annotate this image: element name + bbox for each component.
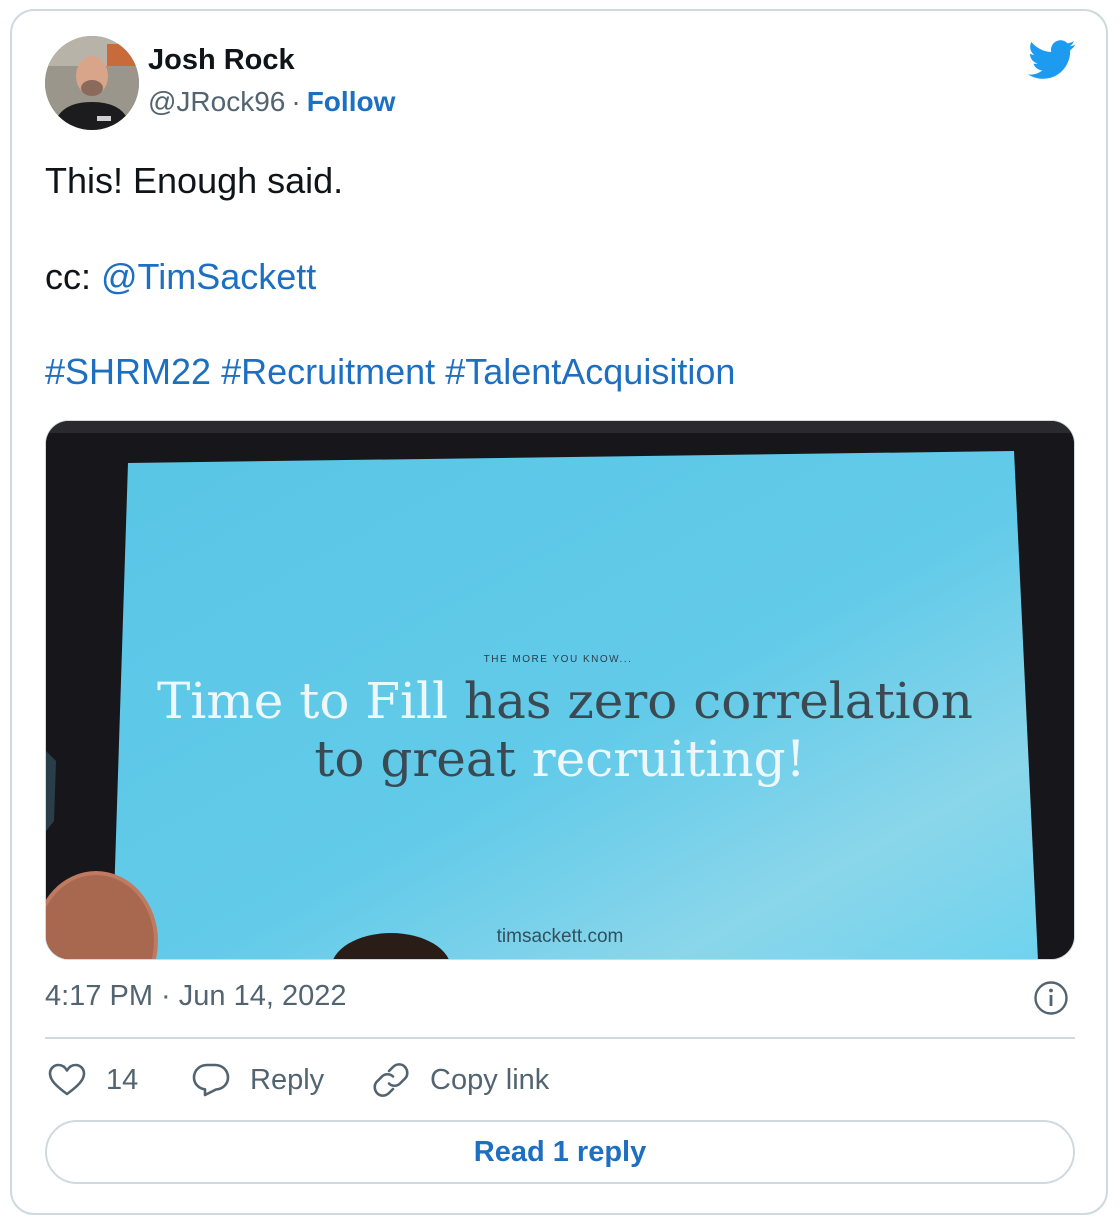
heart-icon [48,1063,86,1096]
reply-label: Reply [250,1063,325,1096]
author-handle[interactable]: @JRock96 [148,86,285,117]
cc-prefix: cc: [45,256,102,297]
tweet-timestamp[interactable]: 4:17 PM · Jun 14, 2022 [45,980,346,1013]
slide-kicker-text: THE MORE YOU KNOW... [483,654,633,665]
separator-dot: · [291,86,301,117]
slide-url-text: timsackett.com [496,926,624,947]
hashtag-link[interactable]: #TalentAcquisition [445,351,735,392]
like-button[interactable]: 14 [48,1058,138,1102]
hashtag-line: #SHRM22 #Recruitment #TalentAcquisition [45,351,735,393]
hashtag-link[interactable]: #Recruitment [221,351,435,392]
twitter-bird-icon[interactable] [1028,40,1076,80]
author-name[interactable]: Josh Rock [148,44,295,77]
copy-link-label: Copy link [430,1063,550,1096]
slide-highlight: recruiting! [531,730,806,788]
slide-headline-line2: to great recruiting! [250,730,870,788]
slide-headline-line1: Time to Fill has zero correlation [150,672,980,730]
link-icon [373,1063,409,1097]
avatar[interactable] [45,36,139,130]
tweet-text-line: This! Enough said. [45,160,344,201]
tweet-cc-line: cc: @TimSackett [45,256,316,298]
author-handle-row: @JRock96 · Follow [148,86,395,118]
follow-button[interactable]: Follow [307,86,396,117]
like-count: 14 [106,1063,139,1096]
read-replies-button[interactable]: Read 1 reply [45,1120,1075,1184]
copy-link-button[interactable]: Copy link [372,1058,549,1102]
mention-link[interactable]: @TimSackett [101,256,316,297]
slide-highlight: Time to Fill [157,672,448,730]
reply-button[interactable]: Reply [192,1058,324,1102]
reply-bubble-icon [192,1063,230,1097]
divider [45,1037,1075,1039]
slide-text: has zero correlation [448,672,973,730]
hashtag-link[interactable]: #SHRM22 [45,351,211,392]
info-icon[interactable] [1033,980,1069,1016]
slide-text: to great [314,730,532,788]
